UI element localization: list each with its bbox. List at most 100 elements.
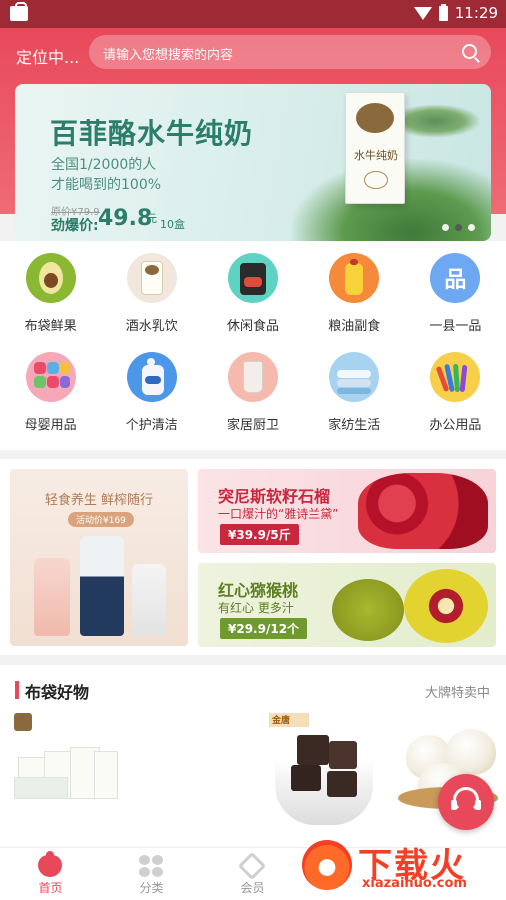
location-button[interactable]: 定位中...	[16, 44, 79, 68]
sugar-cube-image	[291, 765, 321, 791]
diamond-icon	[237, 851, 267, 881]
banner-title: 百菲酪水牛纯奶	[50, 117, 254, 150]
promo-title: 轻食养生 鲜榨随行	[44, 493, 154, 508]
category-item-home-textile[interactable]: 家纺生活	[304, 352, 405, 433]
category-panel: 布袋鲜果 酒水乳饮 休闲食品 粮油副食 品 一县一品 母婴用品 个护清洁 家居厨…	[0, 241, 506, 450]
customer-service-button[interactable]	[438, 774, 494, 830]
category-label: 粮油副食	[328, 319, 381, 334]
search-placeholder: 请输入您想搜索的内容	[103, 48, 234, 63]
category-label: 个护清洁	[125, 418, 178, 433]
section-more-link[interactable]: 大牌特卖中	[425, 682, 490, 701]
promo-price: ¥29.9/12个	[220, 618, 308, 639]
bag-icon	[10, 2, 28, 21]
kiwi-half-image	[404, 569, 488, 643]
banner-price-label: 劲爆价:	[51, 218, 99, 234]
status-icons: 11:29	[413, 3, 498, 22]
blender-image	[34, 558, 70, 636]
bedding-icon	[329, 352, 380, 402]
brand-logo-icon	[356, 103, 394, 133]
avocado-icon	[25, 253, 76, 303]
blender-image	[80, 536, 124, 636]
promo-card-kiwi[interactable]: 红心猕猴桃 有红心 更多汁 ¥29.9/12个	[198, 563, 496, 647]
category-label: 布袋鲜果	[24, 319, 77, 334]
customer-service-headset-icon	[451, 787, 481, 813]
milk-box-label: 水牛纯奶	[354, 149, 398, 162]
category-label: 母婴用品	[24, 418, 77, 433]
promo-subtitle: 一口爆汁的“雅诗兰黛”	[218, 507, 339, 521]
category-item-personal-care[interactable]: 个护清洁	[101, 352, 202, 433]
carousel-dots	[442, 224, 475, 231]
carousel-dot[interactable]	[468, 224, 475, 231]
tab-label: 会员	[240, 881, 265, 895]
category-item-drinks[interactable]: 酒水乳饮	[101, 253, 202, 334]
category-item-grain-oil[interactable]: 粮油副食	[304, 253, 405, 334]
banner-quantity: 10盒	[160, 218, 185, 231]
category-label: 酒水乳饮	[125, 319, 178, 334]
milk-box-image: 水牛纯奶	[345, 92, 405, 204]
search-input[interactable]: 请输入您想搜索的内容	[89, 35, 491, 69]
snack-bag-icon	[227, 253, 278, 303]
promo-panel: 轻食养生 鲜榨随行 活动价¥169 突尼斯软籽石榴 一口爆汁的“雅诗兰黛” ¥3…	[0, 459, 506, 655]
featured-section: 布袋好物 大牌特卖中 金唐	[0, 665, 506, 847]
brand-logo-icon	[14, 713, 32, 731]
section-accent-bar	[15, 681, 19, 699]
product-card-brown-sugar[interactable]: 金唐	[269, 713, 380, 831]
category-item-office[interactable]: 办公用品	[405, 352, 506, 433]
category-label: 办公用品	[429, 418, 482, 433]
blender-image	[132, 564, 166, 636]
category-item-mother-baby[interactable]: 母婴用品	[0, 352, 101, 433]
oil-bottle-icon	[329, 253, 380, 303]
category-item-snacks[interactable]: 休闲食品	[202, 253, 303, 334]
toy-blocks-icon	[25, 352, 76, 402]
category-item-fresh-fruit[interactable]: 布袋鲜果	[0, 253, 101, 334]
category-item-home-kitchen[interactable]: 家居厨卫	[202, 352, 303, 433]
milk-box-image	[94, 751, 118, 799]
watermark-url: xiazaihuo.com	[362, 876, 467, 891]
carousel-dot-active[interactable]	[455, 224, 462, 231]
watermark-logo: 下载火 xiazaihuo.com	[302, 836, 502, 896]
cup-icon	[227, 352, 278, 402]
promo-card-blender[interactable]: 轻食养生 鲜榨随行 活动价¥169	[10, 469, 188, 646]
grid-icon	[139, 855, 163, 877]
badge-icon	[364, 171, 388, 189]
product-card-milk[interactable]	[14, 713, 120, 831]
category-grid: 布袋鲜果 酒水乳饮 休闲食品 粮油副食 品 一县一品 母婴用品 个护清洁 家居厨…	[0, 253, 506, 433]
milk-box-icon	[126, 253, 177, 303]
flame-logo-icon	[302, 840, 352, 890]
tab-category[interactable]: 分类	[101, 848, 202, 900]
wifi-icon	[413, 6, 432, 20]
promo-card-pomegranate[interactable]: 突尼斯软籽石榴 一口爆汁的“雅诗兰黛” ¥39.9/5斤	[198, 469, 496, 553]
tab-home[interactable]: 首页	[0, 848, 101, 900]
status-time: 11:29	[454, 4, 498, 22]
sugar-cube-image	[297, 735, 329, 765]
hero-banner[interactable]: 百菲酪水牛纯奶 全国1/2000的人 才能喝到的100% 原价¥79.9 劲爆价…	[15, 84, 491, 241]
banner-subtitle-1: 全国1/2000的人	[51, 157, 157, 173]
battery-icon	[438, 3, 448, 21]
soap-bottle-icon	[126, 352, 177, 402]
section-title: 布袋好物	[25, 683, 90, 702]
kiwi-image	[332, 579, 404, 641]
tab-label: 分类	[139, 881, 164, 895]
banner-price: 49.8	[98, 206, 153, 231]
sugar-cube-image	[329, 741, 357, 769]
banner-subtitle-2: 才能喝到的100%	[51, 177, 162, 193]
pomegranate-image	[358, 473, 488, 549]
category-label: 休闲食品	[226, 319, 279, 334]
category-label: 家纺生活	[328, 418, 381, 433]
category-label: 家居厨卫	[226, 418, 279, 433]
promo-price: ¥39.9/5斤	[220, 524, 299, 545]
tab-member[interactable]: 会员	[202, 848, 303, 900]
bowl-image	[275, 759, 373, 825]
category-item-local-specialty[interactable]: 品 一县一品	[405, 253, 506, 334]
category-label: 一县一品	[429, 319, 482, 334]
home-bag-icon	[38, 851, 62, 877]
tab-label: 首页	[38, 881, 63, 895]
markers-icon	[430, 352, 481, 402]
promo-title: 突尼斯软籽石榴	[218, 487, 331, 506]
sugar-cube-image	[327, 771, 357, 797]
search-icon[interactable]	[462, 44, 477, 59]
milk-box-image	[14, 777, 68, 799]
status-bar: 11:29	[0, 0, 506, 28]
promo-title: 红心猕猴桃	[218, 581, 299, 600]
carousel-dot[interactable]	[442, 224, 449, 231]
